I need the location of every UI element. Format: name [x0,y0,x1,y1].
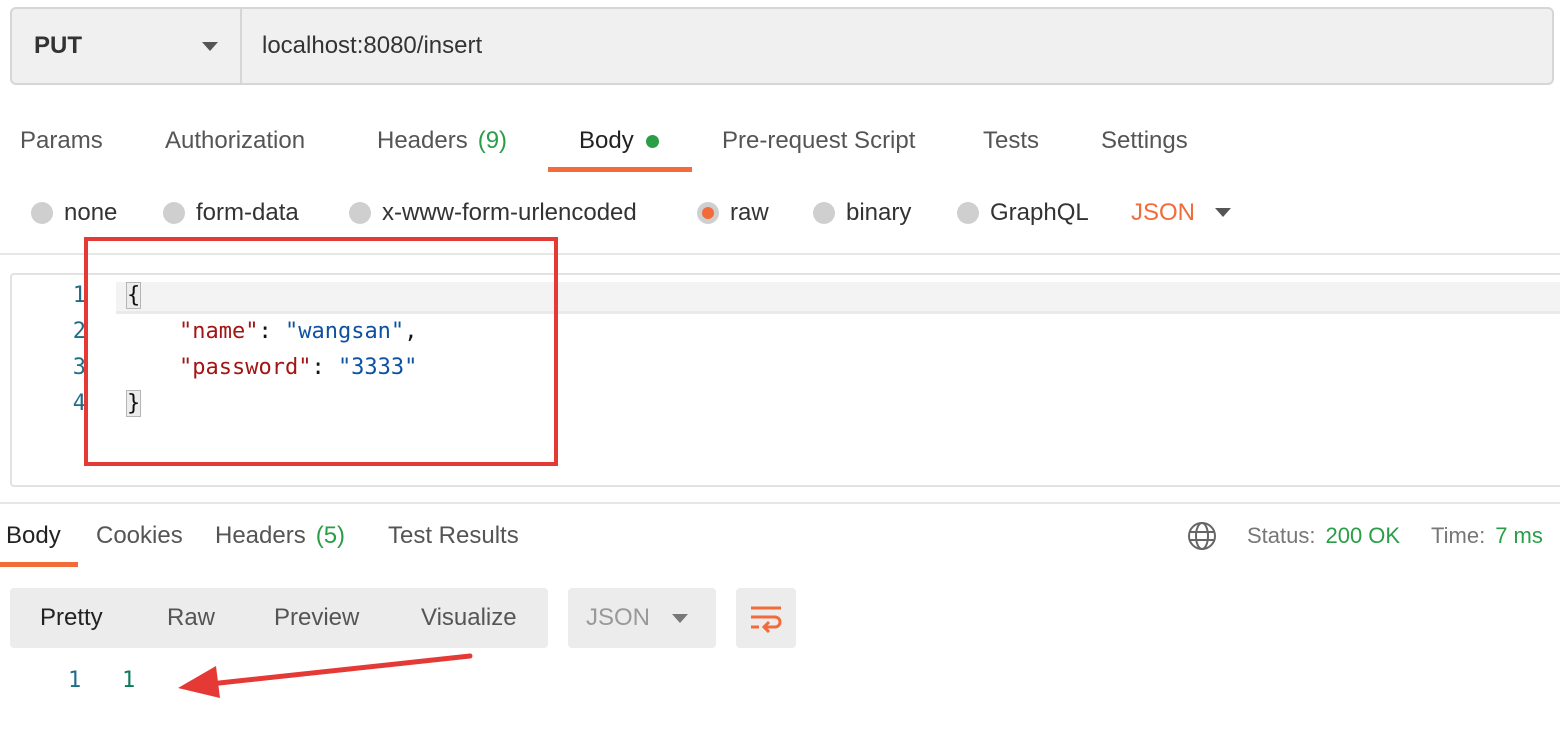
resp-tab-body-label: Body [6,522,61,549]
code-line: { [126,282,142,309]
tab-tests[interactable]: Tests [983,110,1039,172]
method-label: PUT [34,32,82,59]
tab-authorization[interactable]: Authorization [165,110,305,172]
tab-settings-label: Settings [1101,127,1188,154]
headers-count-badge: (9) [477,127,508,154]
radio-none[interactable]: none [31,190,117,236]
radio-graphql-label: GraphQL [990,199,1089,226]
line-number: 4 [72,391,86,416]
radio-form-data[interactable]: form-data [163,190,299,236]
response-time: Time: 7 ms [1431,510,1543,562]
radio-none-dot [31,202,53,224]
radio-form-data-label: form-data [196,199,299,226]
arrow-annotation [178,653,473,698]
line-number: 1 [72,283,86,308]
radio-binary-dot [813,202,835,224]
tab-body-label: Body [579,127,634,154]
response-line-number: 1 [68,668,82,693]
status-label: Status: [1247,523,1316,548]
resp-tab-headers-label: Headers [215,522,306,549]
tab-headers[interactable]: Headers (9) [377,110,507,172]
time-label: Time: [1431,523,1486,548]
globe-icon[interactable] [1186,520,1218,552]
resp-tab-test-results[interactable]: Test Results [388,510,519,562]
code-line: "name": "wangsan", [178,319,418,344]
active-line-highlight [116,282,1560,314]
resp-headers-count-badge: (5) [315,522,346,549]
resp-tab-headers[interactable]: Headers (5) [215,510,345,562]
method-select[interactable]: PUT [12,9,242,83]
radio-graphql-dot [957,202,979,224]
chevron-down-icon[interactable] [1215,208,1231,217]
request-tabs: Params Authorization Headers (9) Body Pre… [0,110,1560,172]
radio-graphql[interactable]: GraphQL [957,190,1089,236]
radio-raw[interactable]: raw [697,190,769,236]
active-tab-underline [0,562,78,567]
status-value: 200 OK [1325,523,1401,548]
resp-tab-test-results-label: Test Results [388,522,519,549]
close-brace: } [126,390,142,417]
radio-binary[interactable]: binary [813,190,911,236]
chevron-down-icon [202,41,218,51]
request-body-editor[interactable]: 1 2 3 4 { "name": "wangsan", "password":… [10,273,1560,487]
request-url-bar: PUT [10,7,1554,85]
line-number: 2 [72,319,86,344]
open-brace: { [126,282,142,309]
json-key: "name" [178,319,259,344]
divider [0,253,1560,255]
radio-form-data-dot [163,202,185,224]
json-comma: , [404,319,418,344]
view-pretty-button[interactable]: Pretty [40,588,103,648]
response-format-select[interactable]: JSON [568,588,716,648]
resp-tab-cookies-label: Cookies [96,522,183,549]
radio-urlencoded[interactable]: x-www-form-urlencoded [349,190,637,236]
radio-raw-dot [697,202,719,224]
radio-binary-label: binary [846,199,912,226]
tab-headers-label: Headers [377,127,468,154]
radio-urlencoded-label: x-www-form-urlencoded [382,199,637,226]
tab-pre-request-script[interactable]: Pre-request Script [722,110,915,172]
body-language-select[interactable]: JSON [1131,190,1195,236]
tab-body[interactable]: Body [579,110,659,172]
view-visualize-button[interactable]: Visualize [421,588,517,648]
url-input[interactable] [242,9,1552,83]
active-tab-underline [548,167,692,172]
radio-urlencoded-dot [349,202,371,224]
radio-none-label: none [64,199,118,226]
tab-params-label: Params [20,127,103,154]
response-status: Status: 200 OK [1247,510,1400,562]
divider [0,502,1560,504]
time-value: 7 ms [1495,523,1543,548]
json-key: "password" [178,355,312,380]
chevron-down-icon [672,614,688,623]
response-format-label: JSON [586,604,651,631]
tab-pre-request-label: Pre-request Script [722,127,916,154]
tab-settings[interactable]: Settings [1101,110,1188,172]
response-view-group: Pretty Raw Preview Visualize [10,588,548,648]
radio-raw-label: raw [730,199,769,226]
view-raw-button[interactable]: Raw [167,588,215,648]
wrap-lines-button[interactable] [736,588,796,648]
view-preview-button[interactable]: Preview [274,588,359,648]
response-value: 1 [122,668,136,693]
body-indicator-dot [645,134,659,148]
json-value: "wangsan" [284,319,405,344]
resp-tab-body[interactable]: Body [6,510,61,562]
body-type-radios: none form-data x-www-form-urlencoded raw… [0,190,1560,236]
tab-params[interactable]: Params [20,110,103,172]
resp-tab-cookies[interactable]: Cookies [96,510,183,562]
tab-tests-label: Tests [983,127,1040,154]
code-line: "password": "3333" [178,355,418,380]
wrap-lines-icon [751,606,782,633]
code-line: } [126,390,142,417]
tab-authorization-label: Authorization [165,127,306,154]
json-value: "3333" [337,355,418,380]
line-number: 3 [72,355,86,380]
